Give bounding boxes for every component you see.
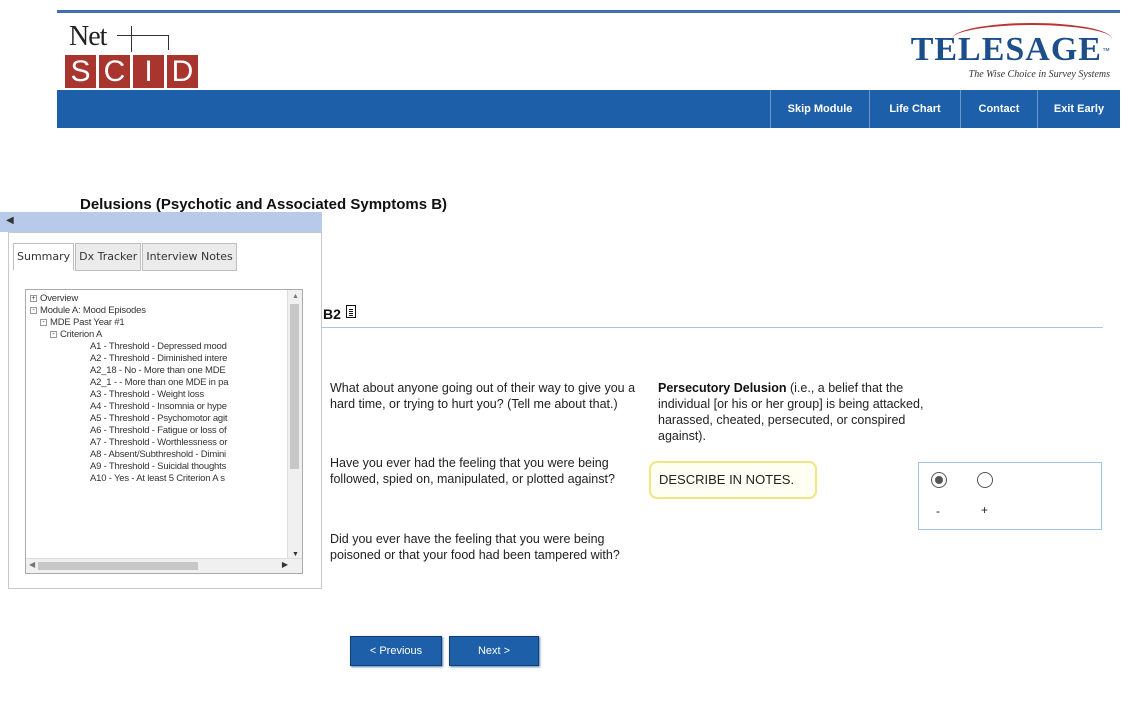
tab-summary[interactable]: Summary (13, 243, 75, 271)
tree-node-label: A1 - Threshold - Depressed mood (90, 341, 227, 352)
tree-node[interactable]: A3 - Threshold - Weight loss (28, 389, 285, 401)
scroll-down-icon[interactable]: ▼ (292, 551, 299, 558)
scid-letter: C (99, 55, 130, 88)
nav-items: Skip Module Life Chart Contact Exit Earl… (770, 90, 1120, 128)
tree-node-label: A2_18 - No - More than one MDE (90, 365, 226, 376)
scid-letter: I (133, 55, 164, 88)
summary-panel: Summary Dx Tracker Interview Notes + Over… (8, 232, 322, 589)
tree-node[interactable]: A4 - Threshold - Insomnia or hype (28, 401, 285, 413)
previous-button[interactable]: < Previous (350, 636, 442, 666)
netscid-logo-lines (117, 26, 169, 52)
tree-node-label: A10 - Yes - At least 5 Criterion A s (90, 473, 225, 484)
tree-node[interactable]: A2_1 - - More than one MDE in pa (28, 377, 285, 389)
question-divider (320, 327, 1103, 328)
collapse-icon[interactable]: - (50, 331, 57, 338)
question-text: Did you ever have the feeling that you w… (330, 532, 620, 562)
scid-letter: S (65, 55, 96, 88)
tree-node-label: Module A: Mood Episodes (40, 305, 146, 316)
nav-contact[interactable]: Contact (960, 90, 1037, 128)
rating-radio-present[interactable] (977, 472, 993, 488)
question-text: What about anyone going out of their way… (330, 381, 636, 411)
vertical-scroll-thumb[interactable] (290, 304, 299, 469)
tree-node-label: A6 - Threshold - Fatigue or loss of (90, 425, 227, 436)
scroll-left-icon[interactable]: ◀ (29, 560, 35, 569)
tree-list: + Overview - Module A: Mood Episodes - MDE Pa… (28, 293, 285, 561)
tree-node-label: A9 - Threshold - Suicidal thoughts (90, 461, 227, 472)
panel-tabs: Summary Dx Tracker Interview Notes (13, 243, 238, 271)
tree-node[interactable]: + Overview (28, 293, 285, 305)
nav-skip-module[interactable]: Skip Module (770, 90, 869, 128)
question-text: Have you ever had the feeling that you w… (330, 456, 615, 486)
scroll-up-icon[interactable]: ▲ (292, 293, 299, 300)
collapse-icon[interactable]: - (40, 319, 47, 326)
scid-letter: D (167, 55, 198, 88)
tree-node[interactable]: - Module A: Mood Episodes (28, 305, 285, 317)
scroll-right-icon[interactable]: ▶ (282, 560, 288, 569)
tab-interview-notes[interactable]: Interview Notes (142, 243, 237, 271)
tree-node[interactable]: A8 - Absent/Subthreshold - Dimini (28, 449, 285, 461)
tree-node[interactable]: A1 - Threshold - Depressed mood (28, 341, 285, 353)
header: Net S C I D TELESAGE™ The Wise Choice in… (57, 13, 1120, 90)
nav-life-chart[interactable]: Life Chart (869, 90, 960, 128)
tree-node[interactable]: A5 - Threshold - Psychomotor agit (28, 413, 285, 425)
tree-node-label: A7 - Threshold - Worthlessness or (90, 437, 228, 448)
tree-node[interactable]: A6 - Threshold - Fatigue or loss of (28, 425, 285, 437)
tree-node-label: A4 - Threshold - Insomnia or hype (90, 401, 227, 412)
netscid-logo-net: Net (69, 21, 107, 52)
top-nav-bar: Skip Module Life Chart Contact Exit Earl… (57, 90, 1120, 128)
note-icon[interactable] (346, 305, 356, 318)
tree-node[interactable]: A2 - Threshold - Diminished intere (28, 353, 285, 365)
criterion-description: Persecutory Delusion (i.e., a belief tha… (658, 380, 928, 444)
tree-node-label: A8 - Absent/Subthreshold - Dimini (90, 449, 226, 460)
rating-radio-absent[interactable] (931, 472, 947, 488)
tree-node[interactable]: A9 - Threshold - Suicidal thoughts (28, 461, 285, 473)
rating-label-absent: - (936, 504, 940, 518)
describe-in-notes-box[interactable]: DESCRIBE IN NOTES. (649, 461, 817, 499)
tree-horizontal-scrollbar[interactable]: ◀ ▶ (26, 558, 302, 573)
tree-node[interactable]: - Criterion A (28, 329, 285, 341)
tree-node[interactable]: - MDE Past Year #1 (28, 317, 285, 329)
next-button[interactable]: Next > (449, 636, 539, 666)
tree-node[interactable]: A10 - Yes - At least 5 Criterion A s (28, 473, 285, 485)
tree-node[interactable]: A2_18 - No - More than one MDE (28, 365, 285, 377)
tree-node-label: A2_1 - - More than one MDE in pa (90, 377, 229, 388)
criterion-title: Persecutory Delusion (658, 381, 787, 395)
tree-vertical-scrollbar[interactable]: ▲ ▼ (287, 290, 302, 560)
horizontal-scroll-thumb[interactable] (38, 562, 198, 570)
tree-node-label: A3 - Threshold - Weight loss (90, 389, 204, 400)
rating-label-present: + (981, 503, 989, 517)
nav-exit-early[interactable]: Exit Early (1037, 90, 1120, 128)
pin-arrow-icon[interactable]: ◀ (6, 215, 14, 226)
telesage-tagline: The Wise Choice in Survey Systems (968, 69, 1110, 80)
netscid-logo-scid: S C I D (65, 55, 198, 88)
expand-icon[interactable]: + (30, 295, 37, 302)
tab-dx-tracker[interactable]: Dx Tracker (75, 243, 142, 271)
telesage-arc (952, 23, 1112, 55)
section-title: Delusions (Psychotic and Associated Symp… (80, 196, 448, 213)
tree-node-label: Overview (40, 293, 78, 304)
summary-panel-handle[interactable]: ◀ (0, 212, 322, 232)
tree-node-label: MDE Past Year #1 (50, 317, 125, 328)
question-id: B2 (323, 306, 341, 322)
tree-node-label: A2 - Threshold - Diminished intere (90, 353, 228, 364)
tree-node-label: Criterion A (60, 329, 103, 340)
summary-tree: + Overview - Module A: Mood Episodes - MDE Pa… (25, 289, 303, 574)
rating-box: - + (918, 462, 1102, 530)
telesage-logo: TELESAGE™ The Wise Choice in Survey Syst… (911, 23, 1112, 80)
tree-node-label: A5 - Threshold - Psychomotor agit (90, 413, 228, 424)
collapse-icon[interactable]: - (30, 307, 37, 314)
tree-node[interactable]: A7 - Threshold - Worthlessness or (28, 437, 285, 449)
